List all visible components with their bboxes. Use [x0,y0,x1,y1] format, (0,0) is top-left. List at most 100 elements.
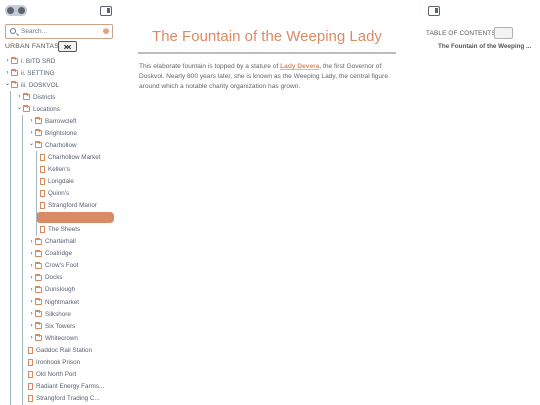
chevron-down-icon[interactable]: ⌄ [16,104,23,111]
chevron-right-icon[interactable]: › [4,70,11,76]
tree-folder[interactable]: › Nightmarket [28,296,79,308]
tree-folder[interactable]: › Brightstone [28,127,77,139]
tree-item-label: Silkshore [45,310,71,318]
tree-guide-line [22,115,23,405]
title-divider [138,52,396,54]
tree-folder[interactable]: › Crow's Foot [28,260,78,272]
tree-file[interactable]: Longdale [40,176,74,188]
tree-file[interactable]: Kellen's [40,163,70,175]
tree-item-label: Six Towers [45,322,76,330]
tree-item-label: Longdale [48,178,74,185]
tree-folder[interactable]: › ii. SETTING [4,67,55,79]
folder-icon [11,81,18,89]
chevron-right-icon[interactable]: › [28,323,35,329]
toc-options-button[interactable] [494,27,513,39]
tree-item-label: Old North Port [36,370,77,378]
chevron-right-icon[interactable]: › [4,58,11,64]
internal-link-lady-devera[interactable]: Lady Devera [280,63,319,70]
folder-icon [35,273,42,281]
tree-item-label: Locations [33,105,60,113]
file-icon [40,178,45,185]
folder-icon [35,129,42,137]
chevron-right-icon[interactable]: › [28,275,35,281]
search-input[interactable] [21,26,101,37]
vault-title: URBAN FANTASY [5,43,64,50]
search-icon [10,28,16,34]
tree-folder[interactable]: › Barrowcleft [28,115,77,127]
clear-search-icon[interactable] [103,26,109,34]
sidebar-toggle-icon[interactable] [100,6,112,16]
tree-guide-line [36,151,37,236]
tree-item-label: Charterhall [45,238,76,246]
toggle-knob-icon [7,7,14,14]
folder-icon [11,57,18,64]
chevron-right-icon[interactable]: › [28,287,35,293]
tree-folder[interactable]: › Coalridge [28,248,72,260]
folder-icon [35,249,42,257]
chevron-right-icon[interactable]: › [28,263,35,269]
tree-folder[interactable]: › Dunslough [28,284,75,296]
tree-folder[interactable]: ⌄ Charhollow [28,139,77,151]
tree-item-label: Barrowcleft [45,117,77,125]
chevron-right-icon[interactable]: › [28,239,35,245]
file-icon [28,382,33,390]
tree-item-label: Dunslough [45,286,76,294]
folder-icon [35,141,42,149]
theme-toggle[interactable] [5,5,27,16]
tree-file[interactable]: Gaddoc Rail Station [28,344,92,356]
tree-folder[interactable]: › Whitecrown [28,332,78,344]
folder-icon [35,322,42,330]
file-icon [40,202,45,210]
tree-item-label: Kellen's [48,165,70,173]
tree-file[interactable]: Charhollow Market [40,151,101,163]
toc-item[interactable]: The Fountain of the Weeping ... [438,43,531,50]
tree-file[interactable]: Radiant Energy Farms... [28,380,104,392]
tree-guide-line [10,91,11,405]
tree-item-label: Nightmarket [45,298,79,306]
folder-icon [35,298,42,305]
tree-item-label: Strangford Manor [48,202,98,210]
folder-icon [23,105,30,113]
tree-folder[interactable]: ⌄ iii. DOSKVOL [4,79,59,91]
tree-file[interactable]: Quinn's [40,188,69,200]
folder-icon [35,117,42,125]
tree-item-label: Docks [45,274,63,282]
tree-item-label: Coalridge [45,250,72,258]
tree-file[interactable]: Strangford Manor [40,200,97,212]
folder-icon [11,69,18,77]
chevron-down-icon[interactable]: ⌄ [28,140,35,147]
chevron-right-icon[interactable]: › [16,94,23,100]
chevron-down-icon[interactable]: ⌄ [4,80,11,87]
chevron-right-icon[interactable]: › [28,251,35,257]
selected-file-highlight[interactable] [36,212,114,223]
chevron-right-icon[interactable]: › [28,311,35,317]
collapse-all-button[interactable] [58,41,77,52]
tree-item-label: ii. SETTING [21,69,55,77]
tree-item-label: Radiant Energy Farms... [36,382,105,390]
chevron-right-icon[interactable]: › [28,130,35,136]
tree-item-label: Brightstone [45,129,77,137]
tree-item-label: Quinn's [48,190,70,198]
file-icon [40,190,45,198]
file-explorer-sidebar: URBAN FANTASY › i. BITD SRD › ii. SETTING ⌄ i… [0,0,118,405]
tree-item-label: Crow's Foot [45,262,79,270]
tree-file[interactable]: Ironhook Prison [28,356,80,368]
tree-folder[interactable]: › Docks [28,272,63,284]
tree-file[interactable]: Strangford Trading C... [28,392,100,404]
folder-icon [35,261,42,269]
tree-folder[interactable]: › Silkshore [28,308,71,320]
search-box[interactable] [5,24,113,39]
tree-folder[interactable]: › Six Towers [28,320,75,332]
right-sidebar-toggle-icon[interactable] [428,6,440,16]
tree-file[interactable]: The Sheets [40,224,80,236]
chevron-right-icon[interactable]: › [28,118,35,124]
tree-folder[interactable]: › Charterhall [28,236,76,248]
tree-folder[interactable]: › i. BITD SRD [4,55,55,67]
chevron-right-icon[interactable]: › [28,299,35,305]
tree-folder[interactable]: › Districts [16,91,55,103]
folder-icon [35,310,42,318]
chevron-right-icon[interactable]: › [28,335,35,341]
tree-folder[interactable]: ⌄ Locations [16,103,60,115]
tree-file[interactable]: Old North Port [28,368,76,380]
file-icon [28,358,33,366]
